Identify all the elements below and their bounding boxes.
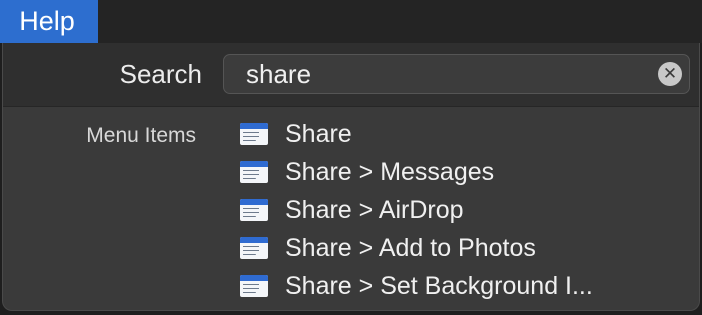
help-menu-label: Help bbox=[19, 6, 75, 36]
clear-search-button[interactable]: ✕ bbox=[658, 62, 682, 86]
result-item-share-set-background[interactable]: Share > Set Background I... bbox=[240, 267, 695, 305]
result-item-share-add-to-photos[interactable]: Share > Add to Photos bbox=[240, 229, 695, 267]
result-label: Share > AirDrop bbox=[285, 196, 464, 224]
result-label: Share > Messages bbox=[285, 158, 495, 186]
result-item-share-airdrop[interactable]: Share > AirDrop bbox=[240, 191, 695, 229]
search-row: Search ✕ bbox=[3, 43, 699, 107]
search-label: Search bbox=[119, 59, 202, 89]
menu-item-icon bbox=[240, 161, 268, 183]
search-field[interactable]: ✕ bbox=[223, 54, 690, 94]
help-search-panel: Search ✕ Menu Items Share Share > Messag… bbox=[2, 43, 700, 311]
result-item-share[interactable]: Share bbox=[240, 115, 695, 153]
result-item-share-messages[interactable]: Share > Messages bbox=[240, 153, 695, 191]
results-list: Share Share > Messages Share > AirDrop S… bbox=[240, 115, 695, 305]
menu-item-icon bbox=[240, 275, 268, 297]
search-input[interactable] bbox=[246, 58, 646, 90]
close-icon: ✕ bbox=[662, 64, 678, 83]
menu-item-icon bbox=[240, 199, 268, 221]
result-label: Share bbox=[285, 120, 352, 148]
menu-items-section-label: Menu Items bbox=[86, 124, 196, 147]
help-menu[interactable]: Help bbox=[0, 0, 98, 43]
menu-item-icon bbox=[240, 123, 268, 145]
menu-bar: Help bbox=[0, 0, 702, 43]
result-label: Share > Set Background I... bbox=[285, 272, 593, 300]
menu-item-icon bbox=[240, 237, 268, 259]
result-label: Share > Add to Photos bbox=[285, 234, 536, 262]
